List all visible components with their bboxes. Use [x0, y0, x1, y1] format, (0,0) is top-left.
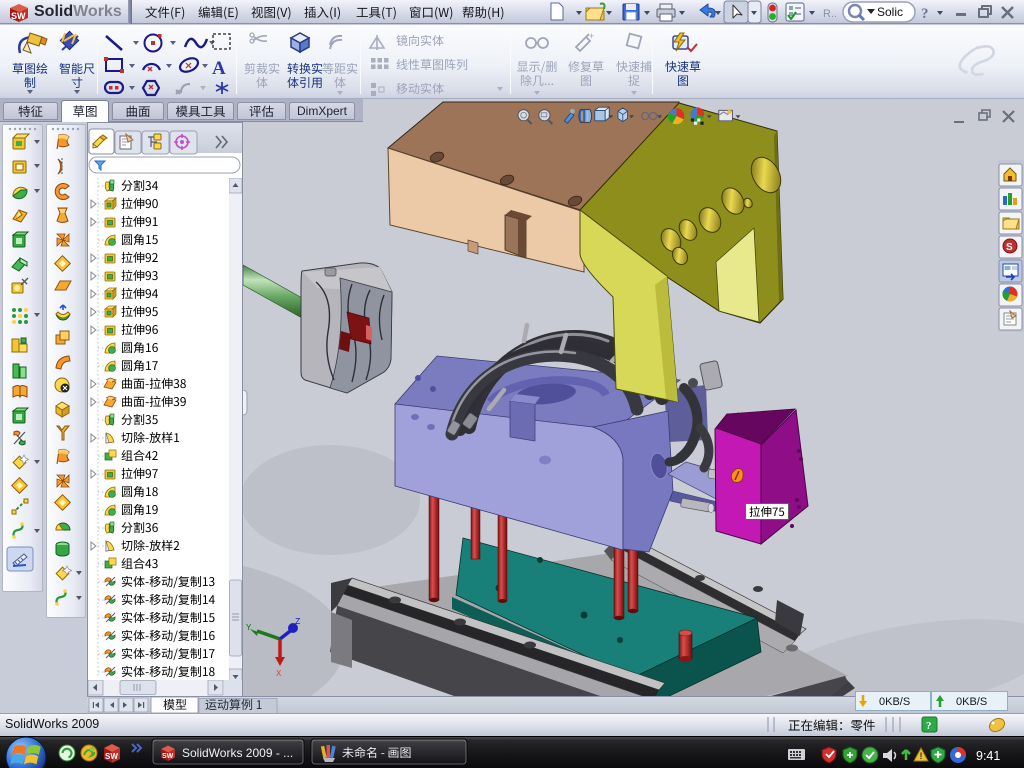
svg-text:!: !	[920, 751, 923, 761]
svg-text:X: X	[276, 669, 282, 679]
svg-text:S: S	[1006, 242, 1013, 253]
svg-text:SW: SW	[11, 11, 26, 21]
svg-text:SW: SW	[105, 752, 118, 761]
svg-text:?: ?	[921, 6, 929, 22]
svg-text:R..: R..	[823, 8, 837, 20]
svg-text:Y: Y	[246, 623, 252, 633]
svg-text:Z: Z	[295, 617, 301, 627]
svg-text:SW: SW	[162, 753, 174, 760]
svg-text:?: ?	[926, 720, 932, 732]
svg-text:0KB/S: 0KB/S	[879, 696, 910, 708]
svg-text:A: A	[212, 58, 226, 79]
svg-text:0KB/S: 0KB/S	[956, 696, 987, 708]
svg-text:+: +	[589, 31, 594, 41]
svg-text:9:41: 9:41	[976, 749, 1000, 763]
svg-text:SolidWorks 2009 - ...: SolidWorks 2009 - ...	[182, 746, 293, 760]
svg-text:Solic: Solic	[877, 5, 903, 19]
